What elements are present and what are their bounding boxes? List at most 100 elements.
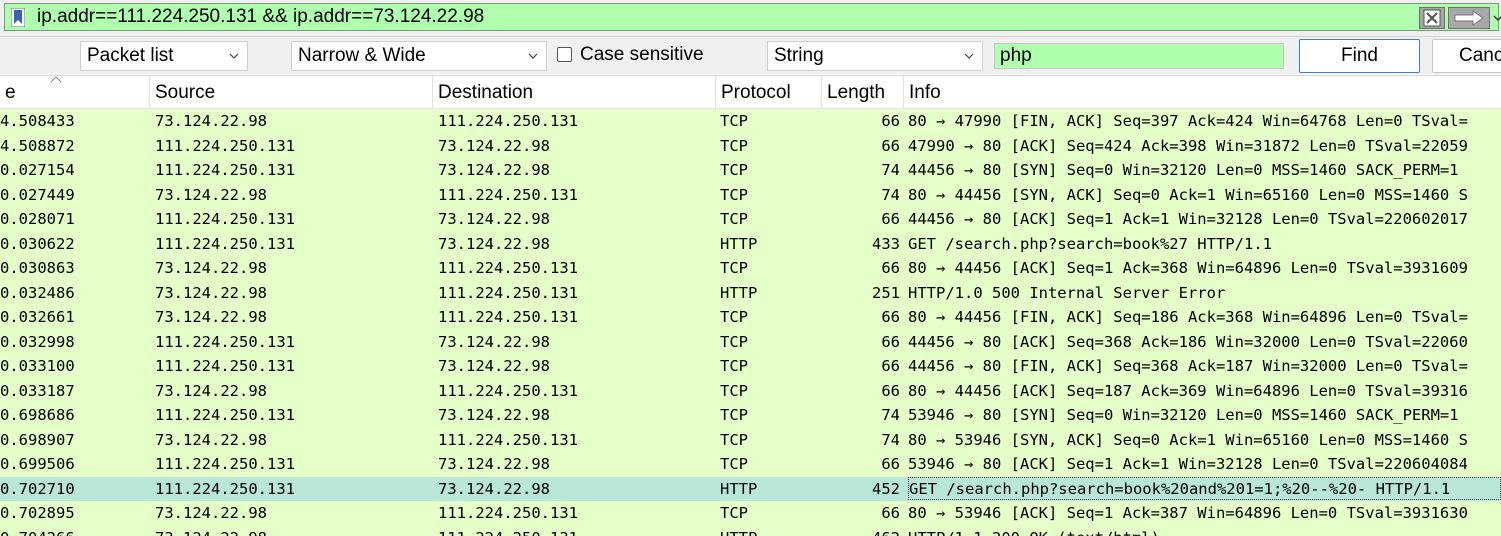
column-header-protocol[interactable]: Protocol — [716, 76, 822, 108]
packet-time: 0.704266 — [0, 526, 145, 536]
table-row[interactable]: 0.698686111.224.250.13173.124.22.98TCP74… — [0, 403, 1501, 428]
packet-source: 73.124.22.98 — [155, 109, 430, 134]
packet-length: 462 — [820, 526, 900, 536]
packet-info: 53946 → 80 [ACK] Seq=1 Ack=1 Win=32128 L… — [908, 452, 1501, 477]
cancel-button[interactable]: Cancel — [1432, 39, 1501, 73]
chevron-down-icon[interactable] — [1493, 12, 1501, 24]
packet-time: 0.030622 — [0, 232, 145, 257]
packet-info: 44456 → 80 [SYN] Seq=0 Win=32120 Len=0 M… — [908, 158, 1501, 183]
display-filter-input[interactable]: ip.addr==111.224.250.131 && ip.addr==73.… — [4, 3, 1499, 31]
search-in-value: Packet list — [87, 45, 174, 66]
find-search-input[interactable]: php — [994, 43, 1284, 69]
packet-protocol: HTTP — [720, 281, 820, 306]
packet-time: 0.033187 — [0, 379, 145, 404]
apply-filter-button[interactable] — [1448, 7, 1490, 29]
display-filter-toolbar: ip.addr==111.224.250.131 && ip.addr==73.… — [0, 0, 1501, 37]
packet-source: 111.224.250.131 — [155, 477, 430, 502]
packet-time: 0.032661 — [0, 305, 145, 330]
column-header-destination[interactable]: Destination — [433, 76, 716, 108]
column-header-label: Protocol — [721, 82, 791, 103]
packet-time: 0.702895 — [0, 501, 145, 526]
packet-time: 0.702710 — [0, 477, 145, 502]
column-header-source[interactable]: Source — [150, 76, 433, 108]
table-row[interactable]: 0.69890773.124.22.98111.224.250.131TCP74… — [0, 428, 1501, 453]
table-row[interactable]: 0.70426673.124.22.98111.224.250.131HTTP4… — [0, 526, 1501, 536]
search-type-value: String — [774, 45, 824, 66]
column-header-info[interactable]: Info — [904, 76, 1501, 108]
packet-time: 0.032486 — [0, 281, 145, 306]
packet-info: GET /search.php?search=book%27 HTTP/1.1 — [908, 232, 1501, 257]
column-header-label: Info — [909, 82, 941, 103]
packet-destination: 111.224.250.131 — [438, 109, 713, 134]
table-row[interactable]: 0.02744973.124.22.98111.224.250.131TCP74… — [0, 183, 1501, 208]
table-row[interactable]: 0.033100111.224.250.13173.124.22.98TCP66… — [0, 354, 1501, 379]
packet-protocol: TCP — [720, 501, 820, 526]
table-row[interactable]: 0.027154111.224.250.13173.124.22.98TCP74… — [0, 158, 1501, 183]
arrow-right-icon — [1449, 8, 1489, 28]
table-row[interactable]: 0.028071111.224.250.13173.124.22.98TCP66… — [0, 207, 1501, 232]
packet-destination: 73.124.22.98 — [438, 452, 713, 477]
column-header-length[interactable]: Length — [822, 76, 904, 108]
packet-protocol: TCP — [720, 428, 820, 453]
table-row[interactable]: 0.030622111.224.250.13173.124.22.98HTTP4… — [0, 232, 1501, 257]
packet-destination: 111.224.250.131 — [438, 256, 713, 281]
column-header-label: Length — [827, 82, 885, 103]
packet-time: 0.027449 — [0, 183, 145, 208]
packet-list[interactable]: e Source Destination Protocol Length Inf… — [0, 75, 1501, 536]
display-filter-text: ip.addr==111.224.250.131 && ip.addr==73.… — [37, 6, 484, 28]
packet-length: 74 — [820, 158, 900, 183]
packet-length: 66 — [820, 207, 900, 232]
packet-source: 111.224.250.131 — [155, 403, 430, 428]
packet-destination: 111.224.250.131 — [438, 379, 713, 404]
close-icon — [1420, 8, 1444, 28]
packet-protocol: HTTP — [720, 477, 820, 502]
table-row[interactable]: 0.70289573.124.22.98111.224.250.131TCP66… — [0, 501, 1501, 526]
column-header-label: e — [5, 82, 16, 103]
column-header-label: Source — [155, 82, 215, 103]
char-width-select[interactable]: Narrow & Wide — [291, 41, 547, 71]
packet-protocol: TCP — [720, 109, 820, 134]
packet-protocol: TCP — [720, 134, 820, 159]
table-row[interactable]: 0.03318773.124.22.98111.224.250.131TCP66… — [0, 379, 1501, 404]
table-row[interactable]: 0.032998111.224.250.13173.124.22.98TCP66… — [0, 330, 1501, 355]
packet-rows: 4.50843373.124.22.98111.224.250.131TCP66… — [0, 109, 1501, 536]
packet-info: 44456 → 80 [ACK] Seq=368 Ack=186 Win=320… — [908, 330, 1501, 355]
table-row[interactable]: 0.03086373.124.22.98111.224.250.131TCP66… — [0, 256, 1501, 281]
packet-source: 73.124.22.98 — [155, 428, 430, 453]
table-row[interactable]: 0.03266173.124.22.98111.224.250.131TCP66… — [0, 305, 1501, 330]
packet-protocol: TCP — [720, 183, 820, 208]
packet-info: 80 → 44456 [ACK] Seq=187 Ack=369 Win=648… — [908, 379, 1501, 404]
search-in-select[interactable]: Packet list — [80, 41, 248, 71]
find-button[interactable]: Find — [1299, 39, 1420, 73]
packet-info: 80 → 53946 [ACK] Seq=1 Ack=387 Win=64896… — [908, 501, 1501, 526]
case-sensitive-checkbox[interactable] — [557, 47, 572, 62]
bookmark-icon[interactable] — [11, 8, 25, 27]
packet-info: 53946 → 80 [SYN] Seq=0 Win=32120 Len=0 M… — [908, 403, 1501, 428]
packet-info: 47990 → 80 [ACK] Seq=424 Ack=398 Win=318… — [908, 134, 1501, 159]
packet-info: HTTP/1.1 200 OK (text/html) — [908, 526, 1501, 536]
search-type-select[interactable]: String — [767, 41, 983, 71]
packet-list-header: e Source Destination Protocol Length Inf… — [0, 76, 1501, 109]
packet-length: 452 — [820, 477, 900, 502]
table-row[interactable]: 4.508872111.224.250.13173.124.22.98TCP66… — [0, 134, 1501, 159]
clear-filter-button[interactable] — [1419, 7, 1445, 29]
packet-time: 4.508433 — [0, 109, 145, 134]
packet-length: 66 — [820, 305, 900, 330]
packet-destination: 111.224.250.131 — [438, 183, 713, 208]
packet-source: 111.224.250.131 — [155, 330, 430, 355]
packet-time: 0.028071 — [0, 207, 145, 232]
packet-time: 0.027154 — [0, 158, 145, 183]
packet-destination: 111.224.250.131 — [438, 281, 713, 306]
table-row[interactable]: 4.508433 73.124.22.98 111.224.250.131 TCP66… — [0, 109, 1501, 134]
packet-length: 74 — [820, 183, 900, 208]
packet-time: 0.032998 — [0, 330, 145, 355]
table-row[interactable]: 0.03248673.124.22.98111.224.250.131HTTP2… — [0, 281, 1501, 306]
packet-info: 80 → 44456 [ACK] Seq=1 Ack=368 Win=64896… — [908, 256, 1501, 281]
packet-protocol: TCP — [720, 305, 820, 330]
table-row[interactable]: 0.702710111.224.250.13173.124.22.98HTTP4… — [0, 477, 1501, 502]
column-header-time[interactable]: e — [0, 76, 150, 108]
packet-length: 66 — [820, 109, 900, 134]
packet-protocol: TCP — [720, 379, 820, 404]
table-row[interactable]: 0.699506111.224.250.13173.124.22.98TCP66… — [0, 452, 1501, 477]
packet-info: 44456 → 80 [ACK] Seq=1 Ack=1 Win=32128 L… — [908, 207, 1501, 232]
